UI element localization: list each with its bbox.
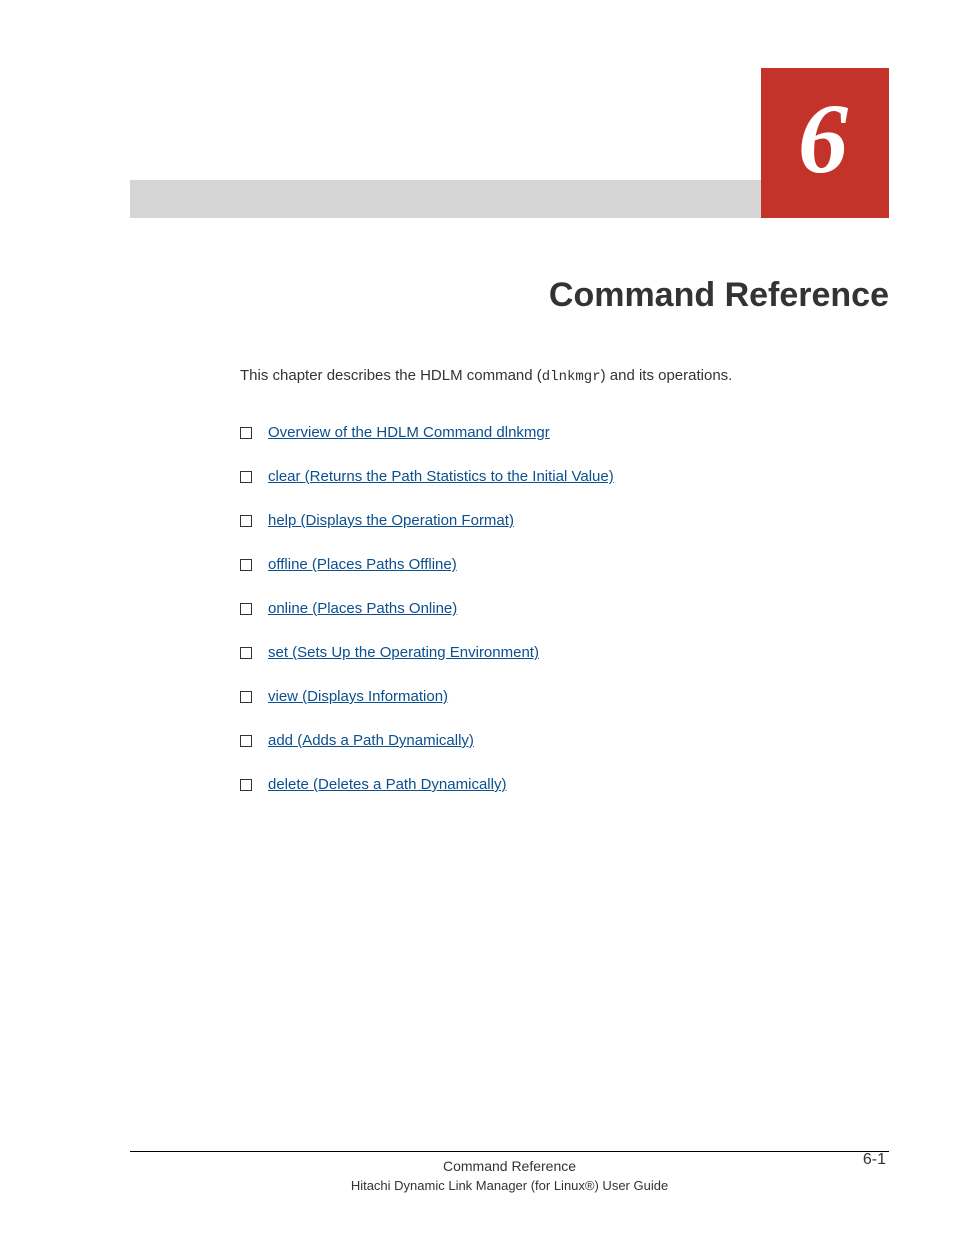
toc-item: online (Places Paths Online) bbox=[240, 600, 854, 617]
footer: Command Reference Hitachi Dynamic Link M… bbox=[130, 1151, 889, 1193]
intro-suffix: ) and its operations. bbox=[601, 367, 733, 384]
bullet-icon bbox=[240, 691, 252, 703]
bullet-icon bbox=[240, 515, 252, 527]
toc-item: help (Displays the Operation Format) bbox=[240, 512, 854, 529]
bullet-icon bbox=[240, 427, 252, 439]
toc-link-overview[interactable]: Overview of the HDLM Command dlnkmgr bbox=[268, 424, 550, 441]
toc-link-delete[interactable]: delete (Deletes a Path Dynamically) bbox=[268, 776, 506, 793]
bullet-icon bbox=[240, 647, 252, 659]
toc-item: add (Adds a Path Dynamically) bbox=[240, 732, 854, 749]
content-area: This chapter describes the HDLM command … bbox=[240, 365, 854, 820]
chapter-number-box: 6 bbox=[761, 68, 889, 218]
toc-link-offline[interactable]: offline (Places Paths Offline) bbox=[268, 556, 457, 573]
bullet-icon bbox=[240, 471, 252, 483]
bullet-icon bbox=[240, 779, 252, 791]
toc-link-add[interactable]: add (Adds a Path Dynamically) bbox=[268, 732, 474, 749]
intro-paragraph: This chapter describes the HDLM command … bbox=[240, 365, 854, 388]
toc-item: Overview of the HDLM Command dlnkmgr bbox=[240, 424, 854, 441]
intro-command: dlnkmgr bbox=[542, 369, 601, 385]
toc-link-set[interactable]: set (Sets Up the Operating Environment) bbox=[268, 644, 539, 661]
toc-link-online[interactable]: online (Places Paths Online) bbox=[268, 600, 457, 617]
toc-item: offline (Places Paths Offline) bbox=[240, 556, 854, 573]
intro-prefix: This chapter describes the HDLM command … bbox=[240, 367, 542, 384]
toc-item: set (Sets Up the Operating Environment) bbox=[240, 644, 854, 661]
toc-link-clear[interactable]: clear (Returns the Path Statistics to th… bbox=[268, 468, 614, 485]
toc-link-help[interactable]: help (Displays the Operation Format) bbox=[268, 512, 514, 529]
bullet-icon bbox=[240, 559, 252, 571]
bullet-icon bbox=[240, 735, 252, 747]
footer-section-title: Command Reference bbox=[130, 1158, 889, 1174]
footer-doc-title: Hitachi Dynamic Link Manager (for Linux®… bbox=[130, 1178, 889, 1193]
toc-item: clear (Returns the Path Statistics to th… bbox=[240, 468, 854, 485]
footer-divider bbox=[130, 1151, 889, 1152]
chapter-title: Command Reference bbox=[549, 276, 889, 315]
toc-link-view[interactable]: view (Displays Information) bbox=[268, 688, 448, 705]
toc-item: delete (Deletes a Path Dynamically) bbox=[240, 776, 854, 793]
toc-item: view (Displays Information) bbox=[240, 688, 854, 705]
bullet-icon bbox=[240, 603, 252, 615]
chapter-number: 6 bbox=[798, 89, 848, 189]
toc-list: Overview of the HDLM Command dlnkmgr cle… bbox=[240, 424, 854, 793]
